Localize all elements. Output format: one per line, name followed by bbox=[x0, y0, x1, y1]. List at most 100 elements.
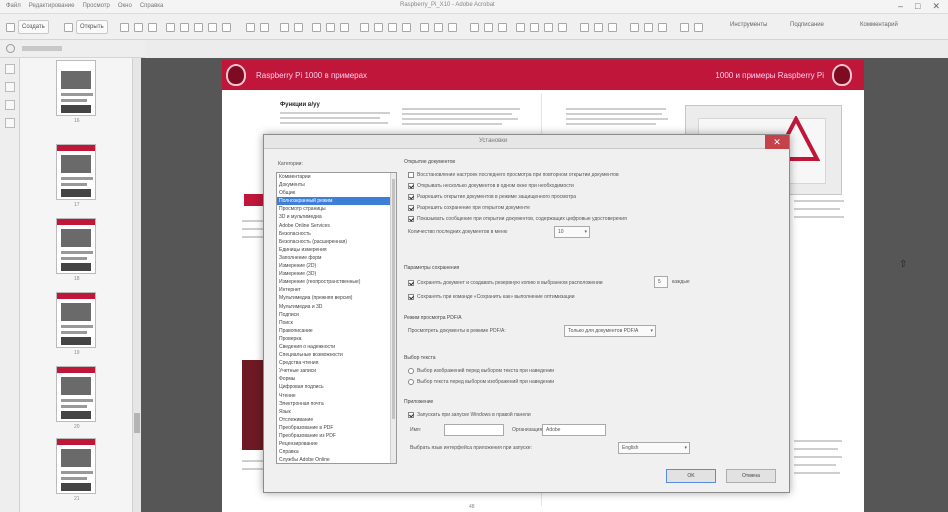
category-item[interactable]: Средства чтения bbox=[277, 359, 396, 367]
category-item[interactable]: Чтение bbox=[277, 392, 396, 400]
checkbox[interactable] bbox=[408, 412, 414, 418]
highlight-icon[interactable] bbox=[326, 23, 335, 32]
menu-edit[interactable]: Редактирование bbox=[29, 3, 75, 9]
category-item[interactable]: Проверка bbox=[277, 335, 396, 343]
hand-icon[interactable] bbox=[180, 23, 189, 32]
recent-docs-select[interactable]: 10 ▾ bbox=[554, 226, 590, 238]
fit-width-icon[interactable] bbox=[260, 23, 269, 32]
edit-text-icon[interactable] bbox=[448, 23, 457, 32]
page-thumbnail[interactable] bbox=[56, 144, 96, 200]
optimize-icon[interactable] bbox=[558, 23, 567, 32]
fit-page-icon[interactable] bbox=[246, 23, 255, 32]
bookmarks-icon[interactable] bbox=[5, 82, 15, 92]
category-item[interactable]: Безопасность bbox=[277, 230, 396, 238]
option-optimize-save[interactable]: Сохранять при команде «Сохранить как» вы… bbox=[408, 293, 575, 301]
rotate-icon[interactable] bbox=[420, 23, 429, 32]
save-icon[interactable] bbox=[120, 23, 129, 32]
category-item[interactable]: Преобразование в PDF bbox=[277, 424, 396, 432]
category-item[interactable]: Измерение (2D) bbox=[277, 262, 396, 270]
category-item[interactable]: Общие bbox=[277, 189, 396, 197]
category-item[interactable]: Документы bbox=[277, 181, 396, 189]
close-pane-icon[interactable] bbox=[6, 44, 15, 53]
stamp-icon[interactable] bbox=[360, 23, 369, 32]
thumbnail-scrollbar[interactable] bbox=[132, 58, 141, 512]
scrollbar-thumb[interactable] bbox=[392, 179, 395, 419]
scrollbar-thumb[interactable] bbox=[134, 413, 140, 433]
find-icon[interactable] bbox=[644, 23, 653, 32]
category-item[interactable]: Формы bbox=[277, 375, 396, 383]
option-digital-ids[interactable]: Показывать сообщение при открытии докуме… bbox=[408, 215, 627, 223]
maximize-icon[interactable]: □ bbox=[915, 1, 920, 12]
category-item[interactable]: Заполнение форм bbox=[277, 254, 396, 262]
organize-icon[interactable] bbox=[608, 23, 617, 32]
zoom-in-icon[interactable] bbox=[208, 23, 217, 32]
checkbox[interactable] bbox=[408, 216, 414, 222]
category-item[interactable]: Подписи bbox=[277, 311, 396, 319]
category-item[interactable]: Цифровая подпись bbox=[277, 383, 396, 391]
folder-icon[interactable] bbox=[64, 23, 73, 32]
category-item[interactable]: Язык bbox=[277, 408, 396, 416]
menu-file[interactable]: Файл bbox=[6, 3, 21, 9]
create-button[interactable]: Создать bbox=[18, 20, 49, 34]
checkbox[interactable] bbox=[408, 205, 414, 211]
zoom-out-icon[interactable] bbox=[194, 23, 203, 32]
checkbox[interactable] bbox=[408, 183, 414, 189]
category-item[interactable]: 3D и мультимедиа bbox=[277, 213, 396, 221]
language-select[interactable]: English ▾ bbox=[618, 442, 690, 454]
comment-icon[interactable] bbox=[312, 23, 321, 32]
page-thumbnail[interactable] bbox=[56, 292, 96, 348]
home-icon[interactable] bbox=[6, 23, 15, 32]
category-item[interactable]: Полноэкранный режим bbox=[277, 197, 396, 206]
checkbox[interactable] bbox=[408, 294, 414, 300]
option-launch-startup[interactable]: Запускать при запуске Windows в правой п… bbox=[408, 411, 531, 419]
attachments-icon[interactable] bbox=[5, 100, 15, 110]
category-item[interactable]: Электронная почта bbox=[277, 400, 396, 408]
category-item[interactable]: Специальные возможности bbox=[277, 351, 396, 359]
radio[interactable] bbox=[408, 379, 414, 385]
comment-tab[interactable]: Комментарий bbox=[860, 22, 898, 28]
checkbox[interactable] bbox=[408, 280, 414, 286]
category-scrollbar[interactable] bbox=[390, 173, 396, 463]
option-backup-save[interactable]: Сохранять документ и создавать резервную… bbox=[408, 279, 603, 287]
category-item[interactable]: Интернет bbox=[277, 286, 396, 294]
export-icon[interactable] bbox=[580, 23, 589, 32]
dialog-close-button[interactable]: ✕ bbox=[765, 135, 789, 149]
minimize-icon[interactable]: – bbox=[898, 1, 903, 12]
option-multiple-docs[interactable]: Открывать несколько документов в одном о… bbox=[408, 182, 574, 190]
draw-icon[interactable] bbox=[340, 23, 349, 32]
ok-button[interactable]: OK bbox=[666, 469, 716, 483]
email-icon[interactable] bbox=[148, 23, 157, 32]
category-item[interactable]: Сведения о надежности bbox=[277, 343, 396, 351]
category-item[interactable]: Рецензирование bbox=[277, 440, 396, 448]
crop-icon[interactable] bbox=[434, 23, 443, 32]
option-restore-view[interactable]: Восстановление настроек последнего просм… bbox=[408, 171, 619, 179]
option-text-first[interactable]: Выбор текста перед выбором изображений п… bbox=[408, 378, 554, 386]
menu-help[interactable]: Справка bbox=[140, 3, 164, 9]
category-item[interactable]: Службы Adobe Online bbox=[277, 456, 396, 463]
page-thumbnail[interactable] bbox=[56, 60, 96, 116]
option-images-first[interactable]: Выбор изображений перед выбором текста п… bbox=[408, 367, 554, 375]
category-item[interactable]: Правописание bbox=[277, 327, 396, 335]
forms-icon[interactable] bbox=[516, 23, 525, 32]
share-icon[interactable] bbox=[388, 23, 397, 32]
page-thumbnail[interactable] bbox=[56, 218, 96, 274]
radio[interactable] bbox=[408, 368, 414, 374]
menu-window[interactable]: Окно bbox=[118, 3, 132, 9]
option-allow-save[interactable]: Разрешить сохранение при открытом докуме… bbox=[408, 204, 530, 212]
redact-icon[interactable] bbox=[530, 23, 539, 32]
save-minutes-input[interactable]: 5 bbox=[654, 276, 668, 288]
arrow-icon[interactable] bbox=[222, 23, 231, 32]
print-icon[interactable] bbox=[134, 23, 143, 32]
option-protected-view[interactable]: Разрешить открытие документов в режиме з… bbox=[408, 193, 576, 201]
category-list[interactable]: Комментарии Документы Общие Полноэкранный р… bbox=[276, 172, 397, 464]
ocr-icon[interactable] bbox=[470, 23, 479, 32]
category-item[interactable]: Отслеживание bbox=[277, 416, 396, 424]
organization-field[interactable]: Adobe bbox=[542, 424, 606, 436]
page-thumbnails-icon[interactable] bbox=[5, 64, 15, 74]
attach-icon[interactable] bbox=[374, 23, 383, 32]
sign-tab[interactable]: Подписание bbox=[790, 22, 824, 28]
signatures-icon[interactable] bbox=[5, 118, 15, 128]
bookmark-icon[interactable] bbox=[630, 23, 639, 32]
close-icon[interactable]: ✕ bbox=[932, 1, 940, 12]
page-down-icon[interactable] bbox=[294, 23, 303, 32]
